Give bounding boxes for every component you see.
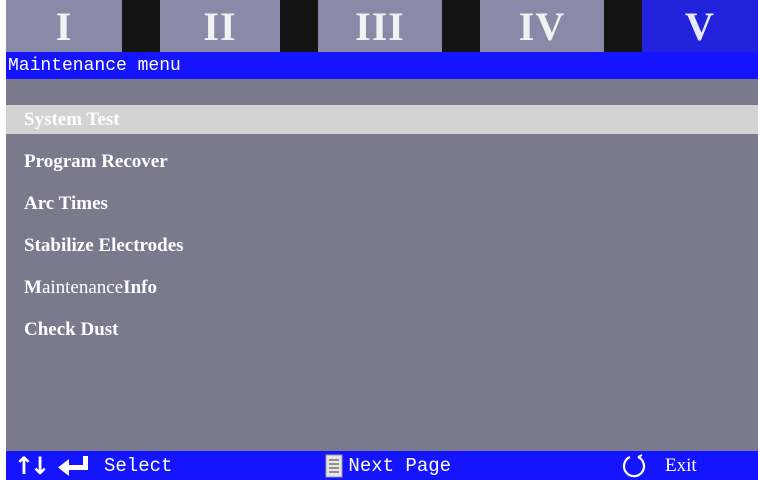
tab-separator <box>122 0 160 52</box>
menu-item-check-dust[interactable]: Check Dust <box>6 315 758 344</box>
tab-separator <box>442 0 480 52</box>
enter-icon <box>54 451 92 480</box>
menu-item-label-part: M <box>24 276 42 298</box>
page-title: Maintenance menu <box>8 55 181 76</box>
menu-item-maintenance-info[interactable]: Maintenance Info <box>6 273 758 302</box>
tab-1[interactable]: I <box>6 0 122 52</box>
menu-item-label: System Test <box>24 108 120 130</box>
menu-item-label: Check Dust <box>24 318 119 340</box>
tab-separator <box>280 0 318 52</box>
tab-3[interactable]: III <box>318 0 442 52</box>
menu-item-system-test[interactable]: System Test <box>6 105 758 134</box>
exit-circle-icon <box>621 453 647 479</box>
screen: I II III IV V Maintenance menu System Te… <box>6 0 758 480</box>
menu-item-program-recover[interactable]: Program Recover <box>6 147 758 176</box>
menu-item-arc-times[interactable]: Arc Times <box>6 189 758 218</box>
bottom-bar: ↑↓ Select Next Page Exit <box>6 451 758 480</box>
menu-item-label-part: Info <box>123 276 157 298</box>
up-down-arrows-icon: ↑↓ <box>13 451 50 480</box>
select-hint: Select <box>104 454 173 477</box>
tab-5[interactable]: V <box>642 0 758 52</box>
page-icon <box>324 454 344 478</box>
menu-item-label-part: aintenance <box>41 276 124 298</box>
tab-4[interactable]: IV <box>480 0 604 52</box>
tab-separator <box>604 0 642 52</box>
menu-item-label: Arc Times <box>24 192 108 214</box>
next-page-hint: Next Page <box>348 454 452 477</box>
menu-item-label: Stabilize Electrodes <box>24 234 184 256</box>
menu-item-label: Program Recover <box>24 150 168 172</box>
tab-bar: I II III IV V <box>6 0 758 52</box>
exit-hint: Exit <box>665 454 697 476</box>
title-bar: Maintenance menu <box>6 52 758 79</box>
maintenance-menu: System Test Program Recover Arc Times St… <box>6 105 758 357</box>
tab-2[interactable]: II <box>160 0 280 52</box>
menu-item-stabilize-electrodes[interactable]: Stabilize Electrodes <box>6 231 758 260</box>
